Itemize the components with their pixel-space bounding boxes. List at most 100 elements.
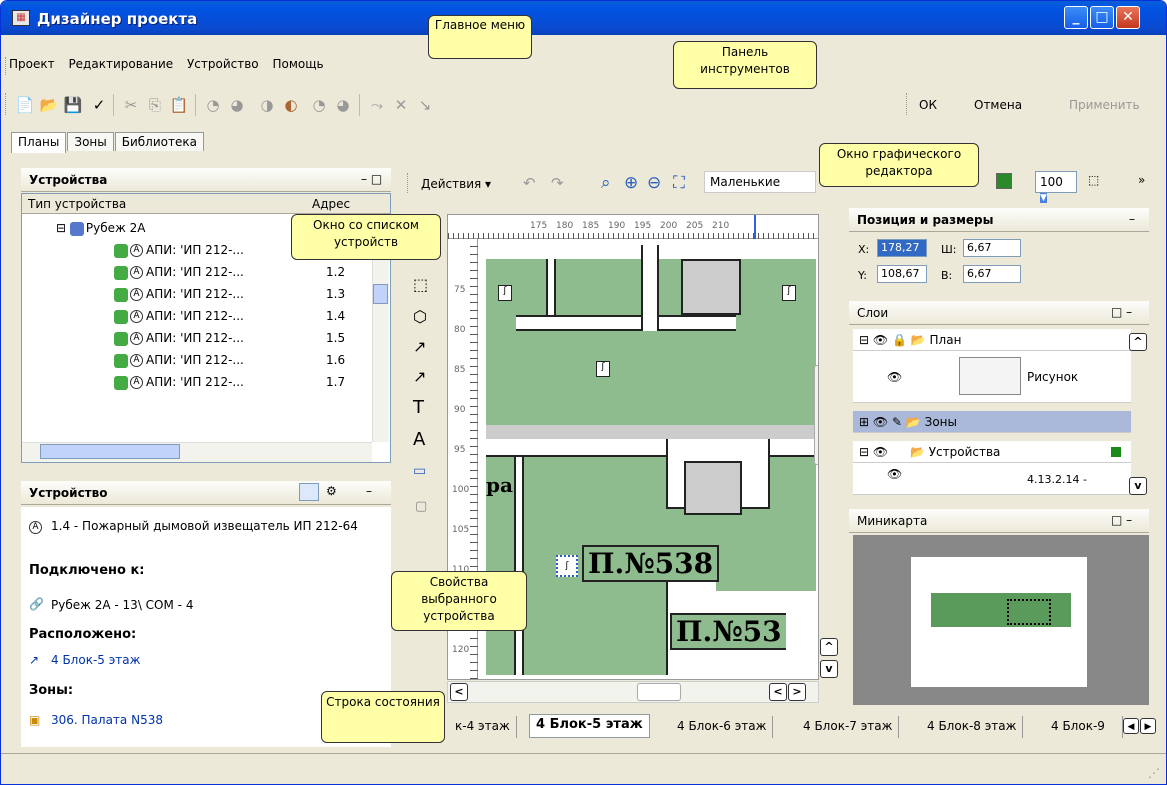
layer-row-plan[interactable]: ⊟ 👁 🔒 📂 План [853, 329, 1131, 351]
link-icon[interactable]: ⤳ [367, 95, 387, 115]
canvas-hscroll-thumb[interactable] [637, 683, 681, 701]
panel-minimize-icon[interactable]: – [1129, 212, 1135, 226]
eye-icon[interactable]: 👁 [873, 333, 888, 347]
zoom-in-icon[interactable]: ⊕ [624, 173, 638, 193]
device-tool-5-icon[interactable]: ◔ [309, 95, 329, 115]
size-select[interactable]: Маленькие [704, 171, 816, 193]
tree-row[interactable]: A АПИ: 'ИП 212-... 1.7 [114, 372, 390, 392]
tab-scroll-left-button[interactable]: < [769, 683, 787, 701]
paste-icon[interactable]: 📋 [169, 95, 189, 115]
tree-vscroll-thumb[interactable] [373, 284, 388, 304]
hexagon-icon[interactable]: ⬡ [413, 307, 427, 326]
eye-icon[interactable]: 👁 [873, 445, 888, 459]
polygon-select-icon[interactable]: ⬚ [413, 275, 428, 294]
floor-tabs-right-button[interactable]: ▶ [1140, 718, 1156, 734]
layer-row-zones[interactable]: ⊞ 👁 ✎ 📂 Зоны [853, 411, 1131, 433]
zoom-out-icon[interactable]: ⊖ [647, 173, 661, 193]
panel-minimize-icon[interactable]: – [366, 484, 372, 498]
minimize-button[interactable]: _ [1064, 6, 1088, 29]
resize-grip-icon[interactable]: ⋰ [1148, 766, 1160, 780]
curve-icon[interactable]: ↗ [413, 367, 426, 386]
column-address[interactable]: Адрес [312, 197, 350, 211]
floor-tab[interactable]: 4 Блок-7 этаж [797, 716, 900, 738]
select-tool-icon[interactable]: ⬚ [1088, 173, 1099, 187]
y-field[interactable]: 108,67 [877, 265, 927, 283]
panel-minimize-icon[interactable]: □ – [1111, 305, 1132, 319]
tree-hscroll-thumb[interactable] [40, 444, 180, 459]
floor-tab[interactable]: 4 Блок-9 [1045, 716, 1123, 738]
layers-scroll-up-button[interactable]: ^ [1129, 333, 1147, 351]
open-icon[interactable]: 📂 [39, 95, 59, 115]
floor-tab[interactable]: 4 Блок-6 этаж [671, 716, 774, 738]
layers-scroll-down-button[interactable]: v [1129, 477, 1147, 495]
cancel-button[interactable]: Отмена [974, 98, 1022, 112]
tab-library[interactable]: Библиотека [114, 132, 204, 151]
x-field[interactable]: 178,27 [877, 239, 927, 257]
properties-view-icon[interactable] [299, 483, 319, 501]
redo-icon[interactable]: ↷ [551, 174, 564, 192]
tree-row[interactable]: A АПИ: 'ИП 212-... 1.4 [114, 306, 390, 326]
copy-icon[interactable]: ⎘ [145, 95, 165, 115]
menu-project[interactable]: Проект [9, 57, 55, 71]
panel-minimize-icon[interactable]: – □ [361, 172, 382, 186]
menu-edit[interactable]: Редактирование [68, 57, 173, 71]
eye-icon[interactable]: 👁 [873, 415, 888, 429]
device-tool-6-icon[interactable]: ◕ [333, 95, 353, 115]
close-button[interactable]: ✕ [1116, 6, 1140, 29]
panel-minimize-icon[interactable]: □ – [1111, 513, 1132, 527]
maximize-button[interactable]: □ [1090, 6, 1114, 29]
save-icon[interactable]: 💾 [63, 95, 83, 115]
settings-icon[interactable]: ⚙ [326, 484, 337, 498]
undo-icon[interactable]: ↶ [523, 174, 536, 192]
check-icon[interactable]: ✓ [89, 95, 109, 115]
eye-icon[interactable]: 👁 [887, 467, 902, 481]
tree-row[interactable]: A АПИ: 'ИП 212-... 1.2 [114, 262, 390, 282]
text-tool-icon[interactable]: A [413, 429, 425, 450]
canvas-vscroll-thumb[interactable] [814, 365, 818, 465]
layer-row-picture[interactable]: 👁 Рисунок [853, 351, 1131, 403]
tab-zones[interactable]: Зоны [67, 132, 114, 151]
scroll-down-button[interactable]: v [820, 660, 838, 678]
detector-symbol-icon[interactable]: ʃ [596, 361, 610, 377]
tab-plans[interactable]: Планы [11, 132, 67, 153]
menu-help[interactable]: Помощь [272, 57, 323, 71]
unlink-icon[interactable]: ✕ [391, 95, 411, 115]
selected-detector-icon[interactable]: ʃ [556, 555, 578, 577]
layer-color-icon[interactable] [996, 173, 1012, 189]
tree-row[interactable]: A АПИ: 'ИП 212-... [114, 240, 244, 260]
minimap-viewport[interactable] [1007, 599, 1051, 625]
tree-root[interactable]: ⊟ Рубеж 2А [56, 218, 145, 238]
device-tool-2-icon[interactable]: ◕ [227, 95, 247, 115]
layer-row-device-item[interactable]: 👁 4.13.2.14 - [853, 463, 1131, 495]
pencil-icon[interactable]: ✎ [892, 415, 902, 429]
polyline-icon[interactable]: ↗ [413, 337, 426, 356]
width-field[interactable]: 6,67 [963, 239, 1021, 257]
floor-tab[interactable]: 4 Блок-8 этаж [921, 716, 1024, 738]
canvas-hscrollbar[interactable] [447, 681, 819, 703]
floor-tab[interactable]: к-4 этаж [449, 716, 517, 738]
device-tool-3-icon[interactable]: ◑ [257, 95, 277, 115]
fit-icon[interactable]: ⛶ [673, 173, 685, 193]
ok-button[interactable]: ОК [919, 98, 937, 112]
tree-row[interactable]: A АПИ: 'ИП 212-... 1.6 [114, 350, 390, 370]
actions-menu[interactable]: Действия ▾ [421, 177, 491, 191]
zone-tool-icon[interactable]: ▢ [415, 499, 427, 514]
device-tool-4-icon[interactable]: ◐ [281, 95, 301, 115]
detector-symbol-icon[interactable]: ʃ [498, 285, 512, 301]
detector-symbol-icon[interactable]: ʃ [782, 285, 796, 301]
column-type[interactable]: Тип устройства [28, 197, 126, 211]
route-icon[interactable]: ↘ [415, 95, 435, 115]
wall-tool-icon[interactable]: T [413, 397, 424, 418]
device-tool-1-icon[interactable]: ◔ [203, 95, 223, 115]
floor-tabs-left-button[interactable]: ◀ [1123, 718, 1139, 734]
zoom-icon[interactable]: ⌕ [601, 173, 611, 193]
lock-icon[interactable]: 🔒 [892, 333, 907, 347]
floor-tab-active[interactable]: 4 Блок-5 этаж [529, 714, 650, 738]
tree-row[interactable]: A АПИ: 'ИП 212-... 1.5 [114, 328, 390, 348]
zoom-select[interactable]: 100 ▼ [1035, 171, 1077, 203]
image-tool-icon[interactable]: ▭ [413, 463, 426, 479]
located-link[interactable]: 4 Блок-5 этаж [51, 653, 140, 667]
new-icon[interactable]: 📄 [15, 95, 35, 115]
cut-icon[interactable]: ✂ [121, 95, 141, 115]
scroll-up-button[interactable]: ^ [820, 638, 838, 656]
